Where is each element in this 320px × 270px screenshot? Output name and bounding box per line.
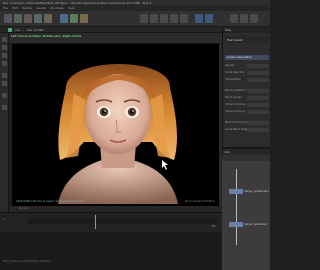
timeline[interactable]: 1 240 xyxy=(0,212,222,232)
shelf-tool-icon[interactable] xyxy=(14,14,22,23)
handle-tool-icon[interactable] xyxy=(2,73,7,78)
scene-viewport[interactable]: 1920x1080 Left click to select / shift+l… xyxy=(12,44,219,206)
param-label: Density xyxy=(225,64,235,67)
shelf-tool-icon[interactable] xyxy=(24,14,32,23)
rotate-tool-icon[interactable] xyxy=(2,53,7,58)
section-label: Guide Interpolation xyxy=(227,56,253,59)
network-toolbar xyxy=(222,155,270,161)
param-row[interactable]: Guide Blend Weight xyxy=(225,128,269,133)
path-segment[interactable]: obj xyxy=(15,28,20,32)
param-row[interactable]: Guide Selection xyxy=(225,71,269,76)
viewport-toolbar-left xyxy=(0,33,9,231)
param-label: Influence Decay xyxy=(225,110,246,113)
shelf-tool-icon[interactable] xyxy=(44,14,52,23)
shelf-tool-icon[interactable] xyxy=(70,14,78,23)
shelf-tool-icon[interactable] xyxy=(230,14,238,23)
viewport-hint: Left mouse tumbles. Middle pans. Right d… xyxy=(11,34,83,38)
param-field[interactable] xyxy=(247,89,269,93)
network-editor[interactable]: /obj hairgen_guidesurface hairgen_guidei… xyxy=(222,147,270,270)
node-wire xyxy=(236,227,237,245)
tab-tree[interactable]: Tree xyxy=(225,28,231,32)
view-tool-icon[interactable] xyxy=(2,93,7,98)
menu-file[interactable]: File xyxy=(3,6,8,10)
node-header: Hair Groom xyxy=(225,36,269,43)
section-header[interactable]: Guide Interpolation xyxy=(225,55,269,60)
pose-tool-icon[interactable] xyxy=(2,81,7,86)
param-field[interactable] xyxy=(247,71,269,75)
shelf-tool-icon[interactable] xyxy=(180,14,188,23)
status-text: hair_toolkit_groom_HairStyle_06.hipnc xyxy=(3,260,51,263)
playhead[interactable] xyxy=(95,215,96,229)
param-row[interactable]: Maximum Guide Count xyxy=(225,121,269,126)
param-label: Influence Radius xyxy=(225,103,246,106)
non-commercial-tag: Non-Commercial Edition xyxy=(184,200,215,203)
param-row[interactable]: Influence Decay xyxy=(225,110,269,115)
param-field[interactable] xyxy=(247,96,269,100)
shelf-tool-icon[interactable] xyxy=(140,14,148,23)
shelf-tool-icon[interactable] xyxy=(170,14,178,23)
timeline-track[interactable] xyxy=(28,218,218,224)
snap-tool-icon[interactable] xyxy=(2,105,7,110)
param-field[interactable] xyxy=(247,78,269,82)
node-label: hairgen_guideinterp xyxy=(244,222,268,226)
menu-help[interactable]: Help xyxy=(68,6,75,10)
menu-assets[interactable]: Assets xyxy=(37,6,47,10)
tab-network[interactable]: /obj xyxy=(224,150,230,154)
menu-windows[interactable]: Windows xyxy=(50,6,63,10)
node-wire xyxy=(236,194,237,222)
scale-tool-icon[interactable] xyxy=(2,61,7,66)
param-label: Guide Selection xyxy=(225,71,245,74)
viewport-header: Left mouse tumbles. Middle pans. Right d… xyxy=(9,33,222,44)
end-frame: 240 xyxy=(211,225,216,228)
shelf-tool-icon[interactable] xyxy=(34,14,42,23)
param-label: Interpolation xyxy=(225,78,241,81)
menu-render[interactable]: Render xyxy=(22,6,33,10)
camera-label[interactable]: No cam xyxy=(19,207,216,210)
path-icon xyxy=(8,27,12,32)
param-field[interactable] xyxy=(247,64,269,68)
shelf-tool-icon[interactable] xyxy=(250,14,258,23)
shelf-toolbar xyxy=(0,11,270,27)
shelf-tool-icon[interactable] xyxy=(240,14,248,23)
param-row[interactable]: Blending Method xyxy=(225,89,269,94)
current-frame[interactable]: 1 xyxy=(3,217,5,221)
status-bar: hair_toolkit_groom_HairStyle_06.hipnc xyxy=(0,232,222,270)
param-label: Blending Method xyxy=(225,89,247,92)
shelf-tool-icon[interactable] xyxy=(80,14,88,23)
param-field[interactable] xyxy=(247,110,269,114)
shelf-tool-icon[interactable] xyxy=(195,14,203,23)
param-label: Blend Guides xyxy=(225,96,242,99)
move-tool-icon[interactable] xyxy=(2,45,7,50)
shelf-tool-icon[interactable] xyxy=(160,14,168,23)
param-row[interactable]: Influence Radius xyxy=(225,103,269,108)
param-field[interactable] xyxy=(247,128,269,132)
shelf-tool-icon[interactable] xyxy=(4,14,12,23)
shelf-tool-icon[interactable] xyxy=(60,14,68,23)
panel-tabs: Tree xyxy=(223,27,271,33)
param-row[interactable]: Blend Guides xyxy=(225,96,269,101)
shelf-tool-icon[interactable] xyxy=(150,14,158,23)
viewport-bottom-hint: 1920x1080 Left click to select / shift+l… xyxy=(16,200,86,203)
character-render xyxy=(58,64,178,204)
param-field[interactable] xyxy=(247,103,269,107)
path-segment[interactable]: hair_toolkit xyxy=(27,28,44,32)
node-label: hairgen_guidesurface xyxy=(244,189,269,193)
shelf-tool-icon[interactable] xyxy=(205,14,213,23)
param-field[interactable] xyxy=(247,121,269,125)
node-wire xyxy=(236,169,237,189)
param-row[interactable]: Density xyxy=(225,64,269,69)
node-name: Hair Groom xyxy=(227,37,244,42)
param-row[interactable]: Interpolation xyxy=(225,78,269,83)
menu-edit[interactable]: Edit xyxy=(12,6,18,10)
window-title: File: C:/Users/.../Samuel/HairStyle_06.h… xyxy=(3,0,152,5)
select-tool-icon[interactable] xyxy=(2,37,7,42)
